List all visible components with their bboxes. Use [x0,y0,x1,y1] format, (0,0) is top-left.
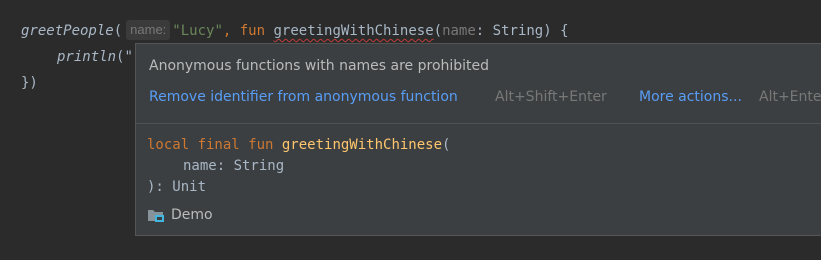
code-line-1[interactable]: greetPeople(name: "Lucy", fun greetingWit… [21,18,569,44]
signature-function-name: greetingWithChinese [281,137,443,153]
more-actions-shortcut: Alt+Enter [759,89,821,105]
code-line-2[interactable]: println(" [57,44,133,70]
signature-return: ): Unit [147,179,207,195]
param-type: : String) { [475,23,569,39]
param-name: name [442,23,476,39]
module-location[interactable]: Demo [147,205,213,225]
error-message: Anonymous functions with names are prohi… [149,58,490,74]
error-tooltip-popup: Anonymous functions with names are prohi… [135,43,821,236]
module-name: Demo [171,207,213,223]
signature-open-paren: ( [442,137,451,153]
closing-braces: }) [21,75,38,91]
remove-identifier-action-link[interactable]: Remove identifier from anonymous functio… [149,89,458,105]
parameter-name-hint: name: [126,20,171,40]
println-args: (" [116,49,133,65]
quick-fix-actions: Remove identifier from anonymous functio… [149,89,821,105]
fix-shortcut: Alt+Shift+Enter [495,89,607,105]
fun-keyword: fun [239,23,266,39]
module-folder-icon [148,210,164,222]
code-line-3[interactable]: }) [21,70,38,96]
comma: , [222,23,232,39]
string-literal: "Lucy" [172,23,223,39]
signature-modifiers: local final fun [147,137,274,153]
more-actions-link[interactable]: More actions... [639,89,742,105]
error-function-name[interactable]: greetingWithChinese [273,23,433,39]
signature-line-1: local final fun greetingWithChinese( [147,135,450,156]
function-call-name: greetPeople [21,23,114,39]
println-call: println [57,49,117,65]
signature-param: name: String [183,158,285,174]
open-paren: ( [113,23,123,39]
param-open-paren: ( [433,23,443,39]
popup-header: Anonymous functions with names are prohi… [136,44,821,124]
